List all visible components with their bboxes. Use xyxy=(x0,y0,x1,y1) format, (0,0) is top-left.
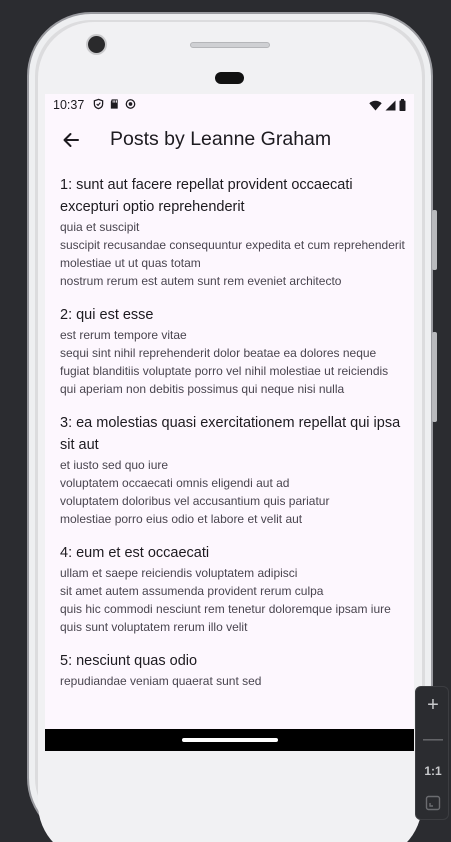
post-item[interactable]: 5: nesciunt quas odio repudiandae veniam… xyxy=(60,650,405,690)
gesture-navigation-bar xyxy=(45,729,414,751)
sync-icon xyxy=(125,99,136,109)
post-title: 2: qui est esse xyxy=(60,307,154,323)
post-title: 3: ea molestias quasi exercitationem rep… xyxy=(60,415,401,453)
zoom-in-button[interactable]: + xyxy=(416,691,450,719)
post-body: est rerum tempore vitae sequi sint nihil… xyxy=(60,328,389,396)
app-bar: Posts by Leanne Graham xyxy=(45,116,414,164)
post-body: ullam et saepe reiciendis voluptatem adi… xyxy=(60,566,391,634)
front-camera xyxy=(88,36,105,53)
post-item[interactable]: 4: eum et est occaecati ullam et saepe r… xyxy=(60,542,405,636)
wifi-icon xyxy=(369,100,382,110)
actual-size-button[interactable]: 1:1 xyxy=(416,757,450,785)
posts-list: 1: sunt aut facere repellat provident oc… xyxy=(60,174,405,704)
post-title: 1: sunt aut facere repellat provident oc… xyxy=(60,177,353,215)
back-button[interactable] xyxy=(57,126,85,154)
post-item[interactable]: 2: qui est esse est rerum tempore vitae … xyxy=(60,304,405,398)
zoom-out-button[interactable]: — xyxy=(416,725,450,753)
power-button xyxy=(432,332,437,422)
status-time: 10:37 xyxy=(53,98,85,112)
battery-icon xyxy=(399,99,406,111)
sd-card-icon xyxy=(110,99,118,109)
post-item[interactable]: 1: sunt aut facere repellat provident oc… xyxy=(60,174,405,290)
emulator-zoom-panel: + — 1:1 xyxy=(415,686,449,820)
arrow-back-icon xyxy=(63,133,79,147)
post-title: 4: eum et est occaecati xyxy=(60,545,210,561)
fit-screen-button[interactable] xyxy=(416,789,450,817)
status-bar: 10:37 xyxy=(45,94,414,116)
proximity-sensor xyxy=(215,72,244,84)
post-item[interactable]: 3: ea molestias quasi exercitationem rep… xyxy=(60,412,405,528)
post-body: repudiandae veniam quaerat sunt sed xyxy=(60,674,262,688)
cell-signal-icon xyxy=(385,100,396,110)
app-screen: 10:37 Posts by Leanne Graham 1: sunt aut… xyxy=(45,94,414,751)
volume-button xyxy=(432,210,437,270)
post-body: et iusto sed quo iure voluptatem occaeca… xyxy=(60,458,330,526)
home-gesture-handle[interactable] xyxy=(182,738,278,742)
speaker-grille xyxy=(190,42,270,48)
post-title: 5: nesciunt quas odio xyxy=(60,653,198,669)
post-body: quia et suscipit suscipit recusandae con… xyxy=(60,220,405,288)
fit-screen-icon xyxy=(425,795,441,811)
page-title: Posts by Leanne Graham xyxy=(110,128,332,150)
shield-icon xyxy=(93,98,104,110)
